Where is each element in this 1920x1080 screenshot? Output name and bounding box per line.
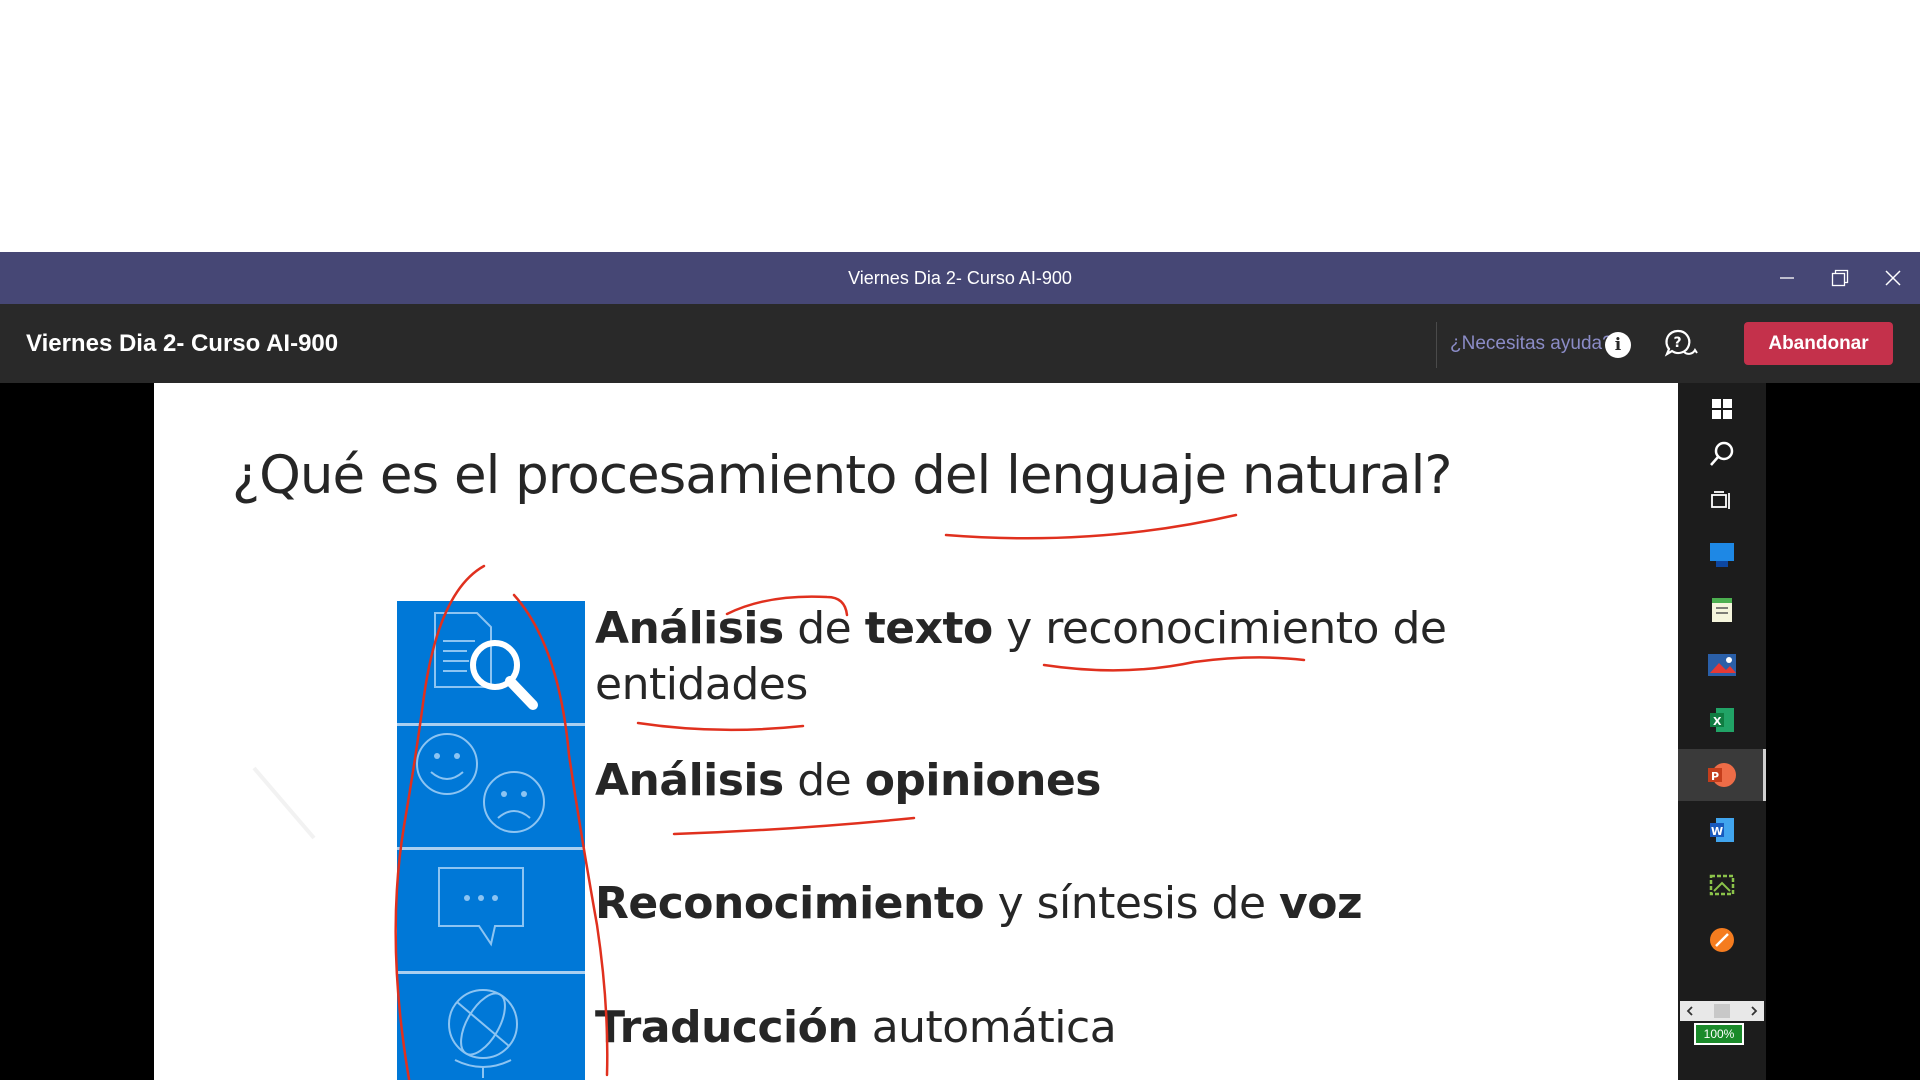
restore-icon <box>1831 269 1849 287</box>
powerpoint-icon[interactable]: P <box>1678 749 1766 801</box>
help-link[interactable]: ¿Necesitas ayuda? <box>1450 304 1613 383</box>
chat-help-icon[interactable]: ? <box>1664 328 1698 365</box>
notepad-icon[interactable] <box>1678 584 1766 636</box>
ink-underline-reconocimiento <box>1042 656 1306 672</box>
ink-annotations <box>252 513 1306 1080</box>
svg-text:?: ? <box>1674 335 1682 351</box>
ink-underline-opiniones <box>672 816 916 836</box>
restore-button[interactable] <box>1813 252 1867 304</box>
leave-button[interactable]: Abandonar <box>1744 322 1893 365</box>
svg-text:P: P <box>1711 770 1719 783</box>
photos-icon[interactable] <box>1678 639 1766 691</box>
info-icon[interactable]: i <box>1605 332 1631 358</box>
taskbar-scrollbar[interactable] <box>1680 1001 1764 1021</box>
battery-indicator: 100% <box>1694 1023 1744 1045</box>
close-icon <box>1885 270 1901 286</box>
close-button[interactable] <box>1866 252 1920 304</box>
minimize-icon <box>1780 277 1794 279</box>
task-view-icon[interactable] <box>1678 475 1766 527</box>
app-orange-icon[interactable] <box>1678 914 1766 966</box>
vertical-taskbar: X P W 100% <box>1678 383 1766 1080</box>
ink-bracket-left <box>394 564 486 1080</box>
ink-bracket-right <box>512 593 609 1077</box>
window-title: Viernes Dia 2- Curso AI-900 <box>848 267 1072 288</box>
minimize-button[interactable] <box>1760 252 1814 304</box>
ink-arc-texto <box>725 595 849 617</box>
shared-screen: ¿Qué es el procesamiento del lenguaje na… <box>0 383 1920 1080</box>
header-divider <box>1436 322 1437 368</box>
meeting-header: Viernes Dia 2- Curso AI-900 ¿Necesitas a… <box>0 304 1920 383</box>
svg-text:W: W <box>1711 825 1723 838</box>
ink-underline-title <box>944 513 1238 540</box>
word-icon[interactable]: W <box>1678 804 1766 856</box>
excel-icon[interactable]: X <box>1678 694 1766 746</box>
presentation-slide: ¿Qué es el procesamiento del lenguaje na… <box>154 383 1678 1080</box>
meeting-title: Viernes Dia 2- Curso AI-900 <box>26 330 339 357</box>
window-titlebar: Viernes Dia 2- Curso AI-900 <box>0 252 1920 304</box>
ink-underline-entidades <box>636 721 805 732</box>
search-icon[interactable] <box>1678 428 1766 480</box>
snipping-icon[interactable] <box>1678 859 1766 911</box>
svg-text:X: X <box>1713 715 1722 728</box>
app-blue-icon[interactable] <box>1678 529 1766 581</box>
